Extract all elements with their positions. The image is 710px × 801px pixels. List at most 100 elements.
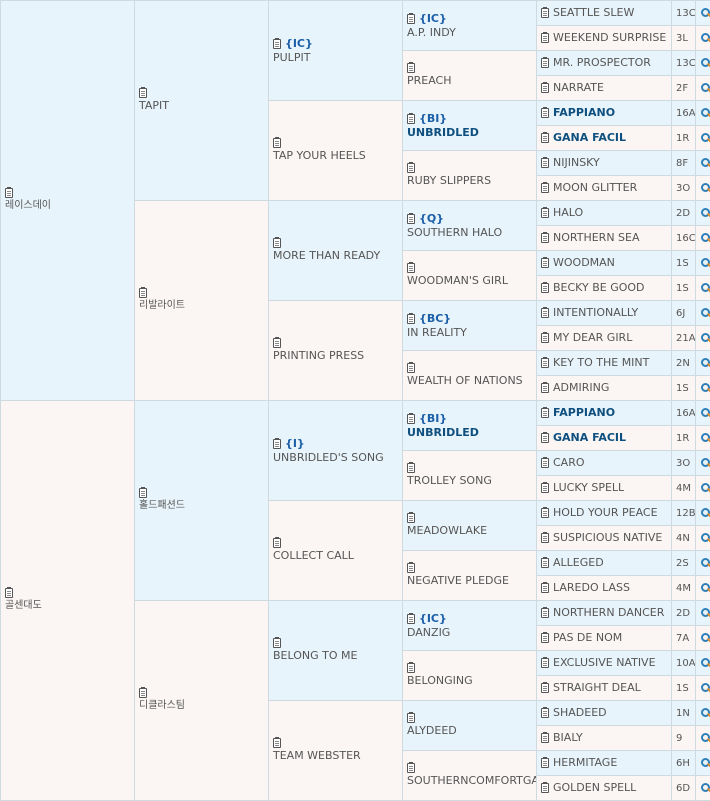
- horse-name[interactable]: MR. PROSPECTOR: [553, 56, 651, 69]
- horse-name[interactable]: TROLLEY SONG: [407, 474, 536, 488]
- horse-name[interactable]: 홀드패션드: [139, 499, 268, 513]
- magnifier-icon[interactable]: [701, 333, 710, 342]
- horse-name[interactable]: WOODMAN'S GIRL: [407, 274, 536, 288]
- search-button[interactable]: [696, 151, 710, 176]
- horse-name[interactable]: NEGATIVE PLEDGE: [407, 574, 536, 588]
- horse-name[interactable]: PREACH: [407, 74, 536, 88]
- horse-name[interactable]: WEALTH OF NATIONS: [407, 374, 536, 388]
- horse-name[interactable]: GANA FACIL: [553, 431, 626, 444]
- horse-name[interactable]: KEY TO THE MINT: [553, 356, 649, 369]
- horse-name[interactable]: PULPIT: [273, 51, 402, 65]
- clipboard-icon[interactable]: [273, 638, 281, 648]
- horse-name[interactable]: SEATTLE SLEW: [553, 6, 634, 19]
- horse-name[interactable]: TAP YOUR HEELS: [273, 149, 402, 163]
- search-button[interactable]: [696, 751, 710, 776]
- magnifier-icon[interactable]: [701, 133, 710, 142]
- horse-name[interactable]: UNBRIDLED: [407, 126, 536, 140]
- clipboard-icon[interactable]: [407, 563, 415, 573]
- magnifier-icon[interactable]: [701, 158, 710, 167]
- clipboard-icon[interactable]: [139, 88, 147, 98]
- search-button[interactable]: [696, 76, 710, 101]
- clipboard-icon[interactable]: [273, 39, 281, 49]
- search-button[interactable]: [696, 576, 710, 601]
- magnifier-icon[interactable]: [701, 733, 710, 742]
- clipboard-icon[interactable]: [407, 163, 415, 173]
- magnifier-icon[interactable]: [701, 433, 710, 442]
- search-button[interactable]: [696, 276, 710, 301]
- search-button[interactable]: [696, 51, 710, 76]
- clipboard-icon[interactable]: [407, 63, 415, 73]
- horse-name[interactable]: WEEKEND SURPRISE: [553, 31, 666, 44]
- magnifier-icon[interactable]: [701, 608, 710, 617]
- horse-name[interactable]: ADMIRING: [553, 381, 609, 394]
- magnifier-icon[interactable]: [701, 683, 710, 692]
- clipboard-icon[interactable]: [541, 583, 549, 593]
- magnifier-icon[interactable]: [701, 8, 710, 17]
- search-button[interactable]: [696, 701, 710, 726]
- horse-name[interactable]: 골센대도: [5, 599, 134, 613]
- clipboard-icon[interactable]: [273, 538, 281, 548]
- magnifier-icon[interactable]: [701, 383, 710, 392]
- clipboard-icon[interactable]: [541, 308, 549, 318]
- horse-name[interactable]: NARRATE: [553, 81, 604, 94]
- horse-name[interactable]: MOON GLITTER: [553, 181, 637, 194]
- horse-name[interactable]: ALYDEED: [407, 724, 536, 738]
- clipboard-icon[interactable]: [541, 483, 549, 493]
- clipboard-icon[interactable]: [541, 633, 549, 643]
- horse-name[interactable]: LAREDO LASS: [553, 581, 630, 594]
- search-button[interactable]: [696, 301, 710, 326]
- clipboard-icon[interactable]: [407, 314, 415, 324]
- search-button[interactable]: [696, 126, 710, 151]
- clipboard-icon[interactable]: [407, 513, 415, 523]
- horse-name[interactable]: TEAM WEBSTER: [273, 749, 402, 763]
- horse-name[interactable]: CARO: [553, 456, 585, 469]
- clipboard-icon[interactable]: [407, 14, 415, 24]
- magnifier-icon[interactable]: [701, 33, 710, 42]
- horse-name[interactable]: EXCLUSIVE NATIVE: [553, 656, 656, 669]
- search-button[interactable]: [696, 226, 710, 251]
- clipboard-icon[interactable]: [407, 263, 415, 273]
- horse-name[interactable]: NORTHERN SEA: [553, 231, 640, 244]
- magnifier-icon[interactable]: [701, 308, 710, 317]
- search-button[interactable]: [696, 551, 710, 576]
- clipboard-icon[interactable]: [541, 608, 549, 618]
- horse-name[interactable]: HALO: [553, 206, 583, 219]
- clipboard-icon[interactable]: [541, 433, 549, 443]
- horse-name[interactable]: BELONG TO ME: [273, 649, 402, 663]
- clipboard-icon[interactable]: [541, 783, 549, 793]
- clipboard-icon[interactable]: [541, 758, 549, 768]
- horse-name[interactable]: WOODMAN: [553, 256, 615, 269]
- clipboard-icon[interactable]: [541, 58, 549, 68]
- horse-name[interactable]: GOLDEN SPELL: [553, 781, 636, 794]
- horse-name[interactable]: 리발라이트: [139, 299, 268, 313]
- search-button[interactable]: [696, 676, 710, 701]
- horse-name[interactable]: HERMITAGE: [553, 756, 617, 769]
- horse-name[interactable]: IN REALITY: [407, 326, 536, 340]
- magnifier-icon[interactable]: [701, 58, 710, 67]
- horse-name[interactable]: NIJINSKY: [553, 156, 600, 169]
- horse-name[interactable]: HOLD YOUR PEACE: [553, 506, 658, 519]
- search-button[interactable]: [696, 251, 710, 276]
- search-button[interactable]: [696, 651, 710, 676]
- search-button[interactable]: [696, 1, 710, 26]
- magnifier-icon[interactable]: [701, 558, 710, 567]
- clipboard-icon[interactable]: [273, 238, 281, 248]
- horse-name[interactable]: SUSPICIOUS NATIVE: [553, 531, 662, 544]
- clipboard-icon[interactable]: [541, 358, 549, 368]
- clipboard-icon[interactable]: [407, 114, 415, 124]
- clipboard-icon[interactable]: [541, 508, 549, 518]
- magnifier-icon[interactable]: [701, 108, 710, 117]
- clipboard-icon[interactable]: [541, 383, 549, 393]
- search-button[interactable]: [696, 426, 710, 451]
- horse-name[interactable]: ALLEGED: [553, 556, 604, 569]
- magnifier-icon[interactable]: [701, 208, 710, 217]
- search-button[interactable]: [696, 401, 710, 426]
- search-button[interactable]: [696, 726, 710, 751]
- clipboard-icon[interactable]: [139, 288, 147, 298]
- clipboard-icon[interactable]: [5, 188, 13, 198]
- horse-name[interactable]: UNBRIDLED: [407, 426, 536, 440]
- search-button[interactable]: [696, 601, 710, 626]
- clipboard-icon[interactable]: [273, 439, 281, 449]
- search-button[interactable]: [696, 776, 710, 801]
- search-button[interactable]: [696, 176, 710, 201]
